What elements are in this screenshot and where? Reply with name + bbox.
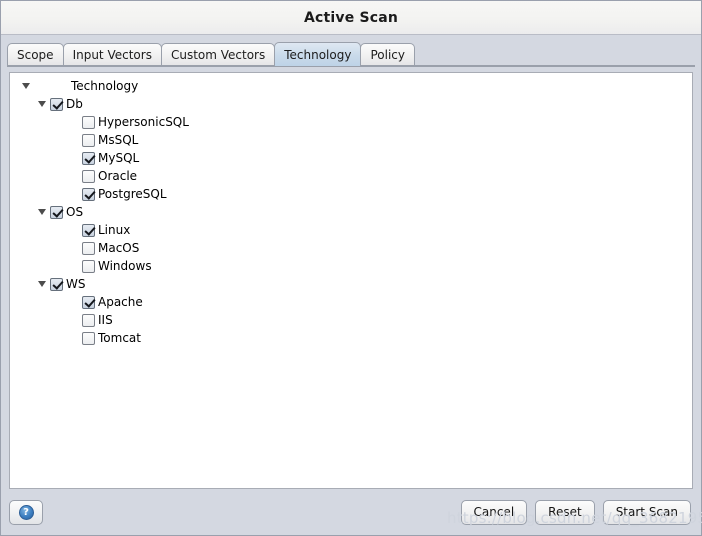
checkbox-windows[interactable] [82, 259, 95, 273]
triangle-glyph [38, 101, 46, 107]
tree-node-technology[interactable]: Technology [10, 77, 692, 95]
checkbox-os[interactable] [50, 205, 63, 219]
checkbox-tomcat[interactable] [82, 331, 95, 345]
tree-node-postgresql[interactable]: PostgreSQL [10, 185, 692, 203]
tab-scope[interactable]: Scope [7, 43, 64, 66]
tab-custom-vectors[interactable]: Custom Vectors [160, 43, 276, 66]
checkbox-oracle[interactable] [82, 169, 95, 183]
tree-node-label: Oracle [98, 169, 138, 183]
chevron-down-icon[interactable] [18, 83, 34, 89]
tree-node-label: Db [66, 97, 83, 111]
checkbox-linux[interactable] [82, 223, 95, 237]
dialog-title: Active Scan [303, 9, 399, 26]
checkbox-ws[interactable] [50, 277, 63, 291]
triangle-glyph [38, 209, 46, 215]
help-icon: ? [18, 504, 34, 520]
tree-node-hypersonicsql[interactable]: HypersonicSQL [10, 113, 692, 131]
checkbox-hypersonicsql[interactable] [82, 115, 95, 129]
tree-node-os[interactable]: OS [10, 203, 692, 221]
checkbox-db[interactable] [50, 97, 63, 111]
dialog-footer: ? Cancel Reset Start Scan [1, 489, 701, 535]
tree-node-label: Linux [98, 223, 131, 237]
chevron-down-icon[interactable] [34, 281, 50, 287]
tree-node-label: MySQL [98, 151, 140, 165]
dialog-titlebar: Active Scan [1, 1, 701, 35]
tree-node-label: PostgreSQL [98, 187, 167, 201]
tree-node-label: Apache [98, 295, 143, 309]
tree-node-mssql[interactable]: MsSQL [10, 131, 692, 149]
tree-node-macos[interactable]: MacOS [10, 239, 692, 257]
checkbox-apache[interactable] [82, 295, 95, 309]
cancel-button[interactable]: Cancel [460, 499, 528, 525]
chevron-down-icon[interactable] [34, 209, 50, 215]
tree-node-windows[interactable]: Windows [10, 257, 692, 275]
checkbox-mysql[interactable] [82, 151, 95, 165]
technology-tree[interactable]: Technology Db HypersonicSQL MsSQL MySQL Oracl… [9, 72, 693, 489]
content-area: Technology Db HypersonicSQL MsSQL MySQL Oracl… [1, 68, 701, 489]
checkbox-postgresql[interactable] [82, 187, 95, 201]
tree-node-label: MacOS [98, 241, 140, 255]
tree-node-label: WS [66, 277, 86, 291]
tree-node-label: Tomcat [98, 331, 141, 345]
triangle-glyph [38, 281, 46, 287]
tabstrip: Scope Input Vectors Custom Vectors Technolo… [7, 41, 701, 66]
tree-node-label: MsSQL [98, 133, 139, 147]
tree-node-label: OS [66, 205, 84, 219]
tab-technology[interactable]: Technology [274, 42, 362, 66]
checkbox-macos[interactable] [82, 241, 95, 255]
tree-node-label: Technology [71, 79, 139, 93]
tree-node-ws[interactable]: WS [10, 275, 692, 293]
checkbox-iis[interactable] [82, 313, 95, 327]
tree-node-oracle[interactable]: Oracle [10, 167, 692, 185]
chevron-down-icon[interactable] [34, 101, 50, 107]
help-button[interactable]: ? [9, 499, 43, 525]
tree-node-label: Windows [98, 259, 152, 273]
checkbox-mssql[interactable] [82, 133, 95, 147]
tree-node-label: HypersonicSQL [98, 115, 189, 129]
tree-node-linux[interactable]: Linux [10, 221, 692, 239]
tree-node-tomcat[interactable]: Tomcat [10, 329, 692, 347]
tree-node-iis[interactable]: IIS [10, 311, 692, 329]
tree-node-apache[interactable]: Apache [10, 293, 692, 311]
tabstrip-container: Scope Input Vectors Custom Vectors Technolo… [1, 35, 701, 68]
tree-node-label: IIS [98, 313, 113, 327]
tree-node-mysql[interactable]: MySQL [10, 149, 692, 167]
triangle-glyph [22, 83, 30, 89]
active-scan-dialog: Active Scan Scope Input Vectors Custom Vec… [0, 0, 702, 536]
tab-input-vectors[interactable]: Input Vectors [62, 43, 162, 66]
reset-button[interactable]: Reset [535, 499, 595, 525]
footer-button-group: Cancel Reset Start Scan [453, 499, 691, 525]
tab-policy[interactable]: Policy [360, 43, 415, 66]
tree-node-db[interactable]: Db [10, 95, 692, 113]
start-scan-button[interactable]: Start Scan [602, 499, 691, 525]
